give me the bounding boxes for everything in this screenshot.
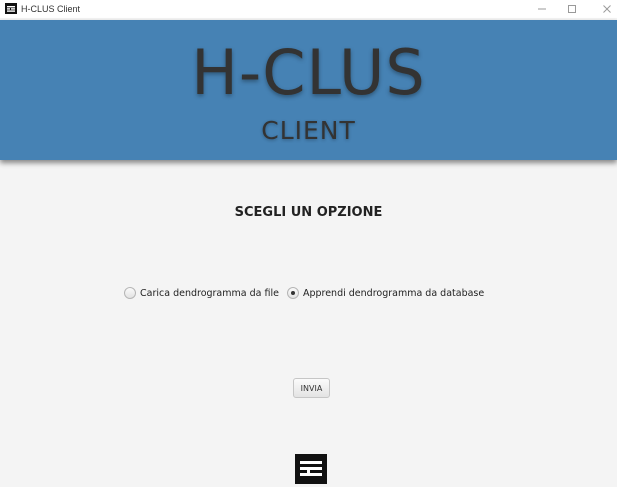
app-title: H-CLUS — [191, 36, 426, 109]
app-logo-icon — [5, 3, 17, 14]
app-window: H-CLUS Client H-CLUS CLIENT SCEGLI UN OP… — [0, 0, 617, 487]
close-icon — [603, 5, 611, 13]
submit-button[interactable]: INVIA — [293, 378, 330, 398]
radio-learn-from-database[interactable]: Apprendi dendrogramma da database — [286, 287, 485, 299]
maximize-icon — [568, 5, 576, 13]
option-group: Carica dendrogramma da file Apprendi den… — [124, 285, 484, 301]
window-title: H-CLUS Client — [21, 4, 81, 14]
page-heading: SCEGLI UN OPZIONE — [234, 205, 383, 220]
radio-load-from-file[interactable]: Carica dendrogramma da file — [124, 287, 279, 299]
header-banner: H-CLUS CLIENT — [0, 20, 617, 160]
minimize-button[interactable] — [525, 0, 559, 18]
app-subtitle: CLIENT — [261, 116, 356, 145]
title-bar[interactable]: H-CLUS Client — [0, 0, 617, 18]
close-button[interactable] — [590, 0, 617, 18]
radio-label-load-from-file: Carica dendrogramma da file — [140, 287, 279, 299]
minimize-icon — [538, 8, 546, 10]
maximize-button[interactable] — [555, 0, 589, 18]
radio-label-learn-from-database: Apprendi dendrogramma da database — [302, 287, 485, 299]
radio-checked-icon[interactable] — [286, 287, 299, 299]
footer-logo-icon — [295, 454, 327, 484]
radio-unchecked-icon[interactable] — [124, 287, 136, 299]
